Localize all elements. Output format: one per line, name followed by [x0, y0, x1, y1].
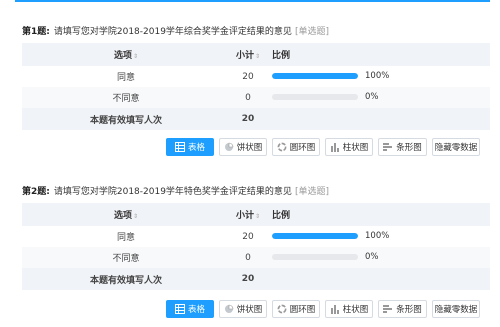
ratio-column-header: 比例 [272, 51, 291, 61]
ratio-cell: 0% [266, 247, 490, 268]
bar-chart-button[interactable]: 条形图 [378, 138, 427, 156]
total-label: 本题有效填写人次 [89, 115, 162, 126]
total-count: 20 [241, 274, 255, 284]
percent-label: 100% [365, 71, 390, 82]
percent-bar [272, 94, 358, 101]
chart-type-toolbar: 表格 饼状图 圆环图 柱状图 条形图 隐藏零数据 [166, 138, 480, 156]
pie-chart-button[interactable]: 饼状图 [219, 300, 267, 318]
result-table: 选项⇕ 小计⇕ 比例 同意 20 100% 不同意 0 0% 本题有效填写人次 … [22, 203, 490, 290]
question-number: 第2题: [22, 187, 50, 197]
table-icon [174, 142, 185, 152]
sort-icon[interactable]: ⇕ [133, 213, 138, 220]
percent-label: 0% [365, 252, 379, 263]
percent-bar [272, 233, 358, 240]
column-chart-icon [330, 304, 340, 314]
sort-icon[interactable]: ⇕ [255, 213, 260, 220]
question-type: [单选题] [294, 187, 329, 197]
ratio-cell: 100% [266, 226, 490, 247]
ring-chart-button[interactable]: 圆环图 [272, 138, 320, 156]
question-text: 请填写您对学院2018-2019学年综合奖学金评定结果的意见 [53, 27, 292, 37]
table-row: 同意 20 100% [22, 66, 490, 87]
sort-icon[interactable]: ⇕ [133, 53, 138, 60]
ratio-cell: 0% [266, 87, 490, 108]
ratio-column-header: 比例 [272, 211, 291, 221]
option-cell: 同意 [116, 73, 135, 83]
count-cell: 20 [242, 231, 254, 242]
table-row: 不同意 0 0% [22, 87, 490, 108]
pie-chart-button[interactable]: 饼状图 [219, 138, 267, 156]
total-label: 本题有效填写人次 [89, 275, 162, 286]
percent-bar-fill [272, 73, 358, 80]
table-row: 不同意 0 0% [22, 247, 490, 268]
option-cell: 同意 [116, 233, 135, 243]
option-cell: 不同意 [112, 94, 140, 104]
total-row: 本题有效填写人次 20 [22, 108, 490, 130]
ring-chart-icon [277, 304, 287, 314]
question-type: [单选题] [294, 27, 329, 37]
hide-zero-data-button[interactable]: 隐藏零数据 [432, 300, 480, 318]
question-text: 请填写您对学院2018-2019学年特色奖学金评定结果的意见 [53, 187, 292, 197]
hide-zero-data-button[interactable]: 隐藏零数据 [432, 138, 480, 156]
question-title: 第2题: 请填写您对学院2018-2019学年特色奖学金评定结果的意见 [单选题] [22, 184, 490, 200]
table-view-button[interactable]: 表格 [166, 138, 214, 156]
bar-chart-button[interactable]: 条形图 [378, 300, 427, 318]
total-count: 20 [241, 114, 255, 124]
question-block-2: 第2题: 请填写您对学院2018-2019学年特色奖学金评定结果的意见 [单选题] … [22, 184, 490, 290]
count-column-header[interactable]: 小计⇕ [230, 43, 266, 66]
ring-chart-button[interactable]: 圆环图 [272, 300, 320, 318]
percent-label: 100% [365, 231, 390, 242]
bar-chart-icon [383, 304, 393, 314]
percent-bar [272, 73, 358, 80]
table-row: 同意 20 100% [22, 226, 490, 247]
count-column-header[interactable]: 小计⇕ [230, 203, 266, 226]
column-chart-button[interactable]: 柱状图 [325, 300, 373, 318]
percent-label: 0% [365, 92, 379, 103]
count-cell: 0 [245, 252, 251, 263]
pie-chart-icon [224, 142, 234, 152]
count-cell: 20 [242, 71, 254, 82]
chart-type-toolbar: 表格 饼状图 圆环图 柱状图 条形图 隐藏零数据 [166, 300, 480, 318]
percent-bar-fill [272, 233, 358, 240]
percent-bar [272, 254, 358, 261]
question-number: 第1题: [22, 27, 50, 37]
question-title: 第1题: 请填写您对学院2018-2019学年综合奖学金评定结果的意见 [单选题] [22, 24, 490, 40]
ratio-cell: 100% [266, 66, 490, 87]
table-view-button[interactable]: 表格 [166, 300, 214, 318]
result-table: 选项⇕ 小计⇕ 比例 同意 20 100% 不同意 0 0% 本题有效填写人次 … [22, 43, 490, 130]
column-chart-button[interactable]: 柱状图 [325, 138, 373, 156]
option-cell: 不同意 [112, 254, 140, 264]
table-header-row: 选项⇕ 小计⇕ 比例 [22, 203, 490, 226]
option-column-header[interactable]: 选项⇕ [22, 203, 230, 226]
table-icon [174, 304, 185, 314]
count-cell: 0 [245, 92, 251, 103]
sort-icon[interactable]: ⇕ [255, 53, 260, 60]
total-row: 本题有效填写人次 20 [22, 268, 490, 290]
top-accent-line [15, 0, 490, 2]
pie-chart-icon [224, 304, 234, 314]
table-header-row: 选项⇕ 小计⇕ 比例 [22, 43, 490, 66]
question-block-1: 第1题: 请填写您对学院2018-2019学年综合奖学金评定结果的意见 [单选题] … [22, 24, 490, 130]
ring-chart-icon [277, 142, 287, 152]
bar-chart-icon [383, 142, 393, 152]
option-column-header[interactable]: 选项⇕ [22, 43, 230, 66]
column-chart-icon [330, 142, 340, 152]
